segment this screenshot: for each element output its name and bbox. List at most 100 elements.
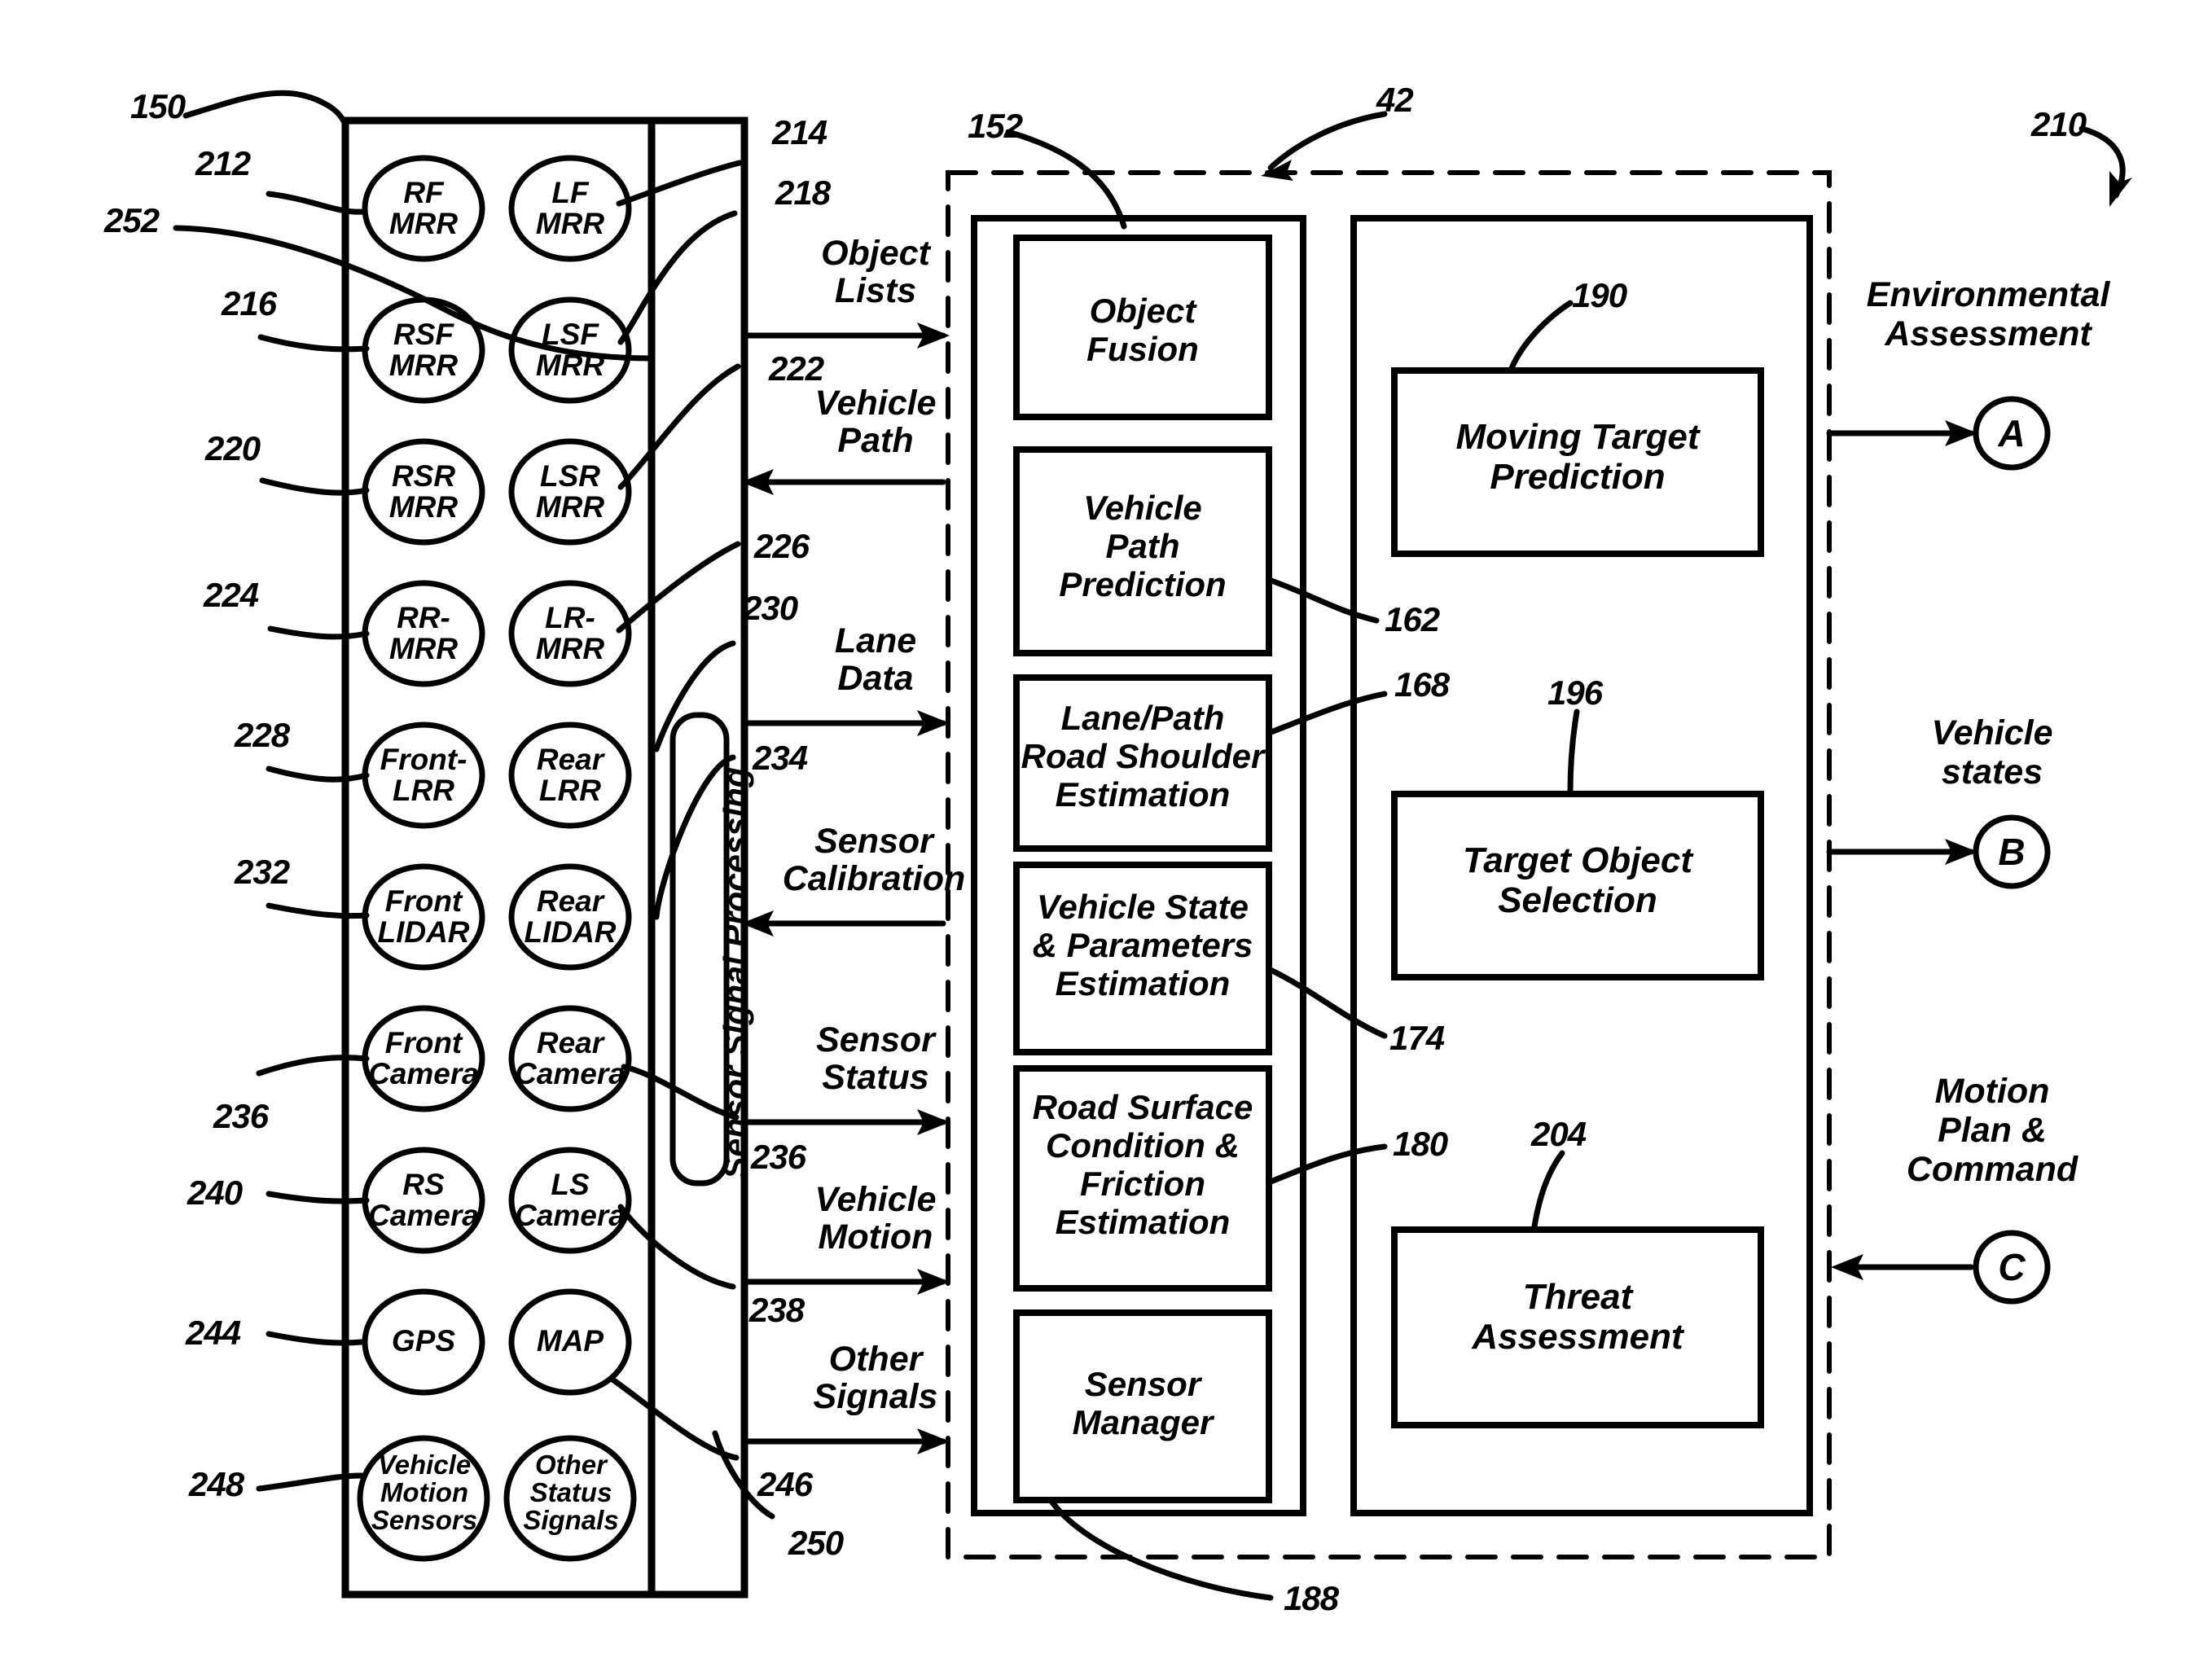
ref-234: 234 [753, 739, 808, 777]
leader-228 [266, 765, 370, 783]
ref-150: 150 [130, 87, 186, 125]
leader-214 [616, 160, 743, 207]
ref-210: 210 [2031, 105, 2087, 143]
sensor-label-lf-mrr[interactable]: LF MRR [505, 177, 635, 239]
ref-230: 230 [743, 589, 798, 627]
ref-226: 226 [754, 527, 810, 565]
sensor-label-front-lidar[interactable]: Front LIDAR [358, 885, 489, 948]
sensor-label-rf-mrr[interactable]: RF MRR [358, 177, 489, 239]
ref-42: 42 [1376, 81, 1414, 119]
ref-190: 190 [1572, 276, 1627, 314]
leader-212 [266, 191, 368, 215]
sensor-label-rsf-mrr[interactable]: RSF MRR [358, 318, 489, 381]
leader-226 [616, 541, 741, 634]
processing-box-vehicle-path-prediction[interactable]: Vehicle Path Prediction [1016, 489, 1269, 603]
ref-220: 220 [205, 429, 261, 467]
leader-180 [1266, 1143, 1388, 1186]
output-node-b[interactable]: B [1976, 831, 2048, 873]
ref-162: 162 [1385, 600, 1440, 638]
leader-174 [1266, 966, 1388, 1039]
ref-228: 228 [235, 716, 290, 754]
leader-152 [1005, 129, 1127, 230]
leader-216 [257, 334, 370, 353]
output-label-vehicle-states: Vehicle states [1931, 713, 2053, 792]
ref-252: 252 [104, 201, 160, 239]
ref-238: 238 [749, 1291, 805, 1329]
ref-218: 218 [775, 173, 831, 212]
output-label-motion-plan-command: Motion Plan & Command [1906, 1072, 2078, 1190]
patent-figure: 150 212 252 216 220 224 228 232 236 240 … [0, 0, 2186, 1680]
ref-188: 188 [1284, 1579, 1339, 1617]
sensor-label-gps[interactable]: GPS [358, 1325, 489, 1357]
processing-box-road-surface-condition-friction-estimation[interactable]: Road Surface Condition & Friction Estima… [1010, 1088, 1275, 1241]
leader-232 [266, 902, 370, 919]
output-node-a[interactable]: A [1976, 413, 2048, 454]
sensor-label-rear-lrr[interactable]: Rear LRR [505, 743, 635, 806]
sensor-label-front-camera[interactable]: Front Camera [358, 1027, 489, 1090]
sensor-label-rs-camera[interactable]: RS Camera [358, 1169, 489, 1231]
ref-232: 232 [235, 853, 290, 891]
sensor-label-vehicle-motion-sensors[interactable]: Vehicle Motion Sensors [357, 1451, 492, 1534]
output-node-c[interactable]: C [1976, 1247, 2048, 1288]
leader-230 [653, 640, 736, 752]
leader-240 [266, 1191, 370, 1204]
processing-box-sensor-manager[interactable]: Sensor Manager [1016, 1365, 1269, 1441]
assessment-box-threat-assessment[interactable]: Threat Assessment [1394, 1277, 1761, 1358]
sensor-label-map[interactable]: MAP [505, 1325, 635, 1357]
ref-168: 168 [1394, 665, 1450, 704]
ref-250: 250 [788, 1524, 844, 1562]
signal-label-other-signals: Other Signals [813, 1340, 938, 1417]
signal-label-object-lists: Object Lists [821, 234, 930, 311]
leader-190 [1508, 300, 1574, 371]
ref-236-left: 236 [213, 1097, 269, 1135]
ref-248: 248 [189, 1465, 244, 1503]
sensor-label-front-lrr[interactable]: Front- LRR [358, 743, 489, 806]
ref-214: 214 [772, 113, 827, 151]
sensor-label-other-status-signals[interactable]: Other Status Signals [503, 1451, 639, 1534]
sensor-label-lr-mrr[interactable]: LR- MRR [505, 602, 635, 665]
ref-244: 244 [186, 1314, 241, 1352]
signal-label-vehicle-motion: Vehicle Motion [814, 1180, 937, 1257]
ref-152: 152 [968, 107, 1023, 145]
ref-174: 174 [1389, 1019, 1445, 1057]
signal-label-sensor-calibration: Sensor Calibration [782, 822, 966, 899]
ref-222: 222 [769, 349, 824, 388]
leader-42 [1267, 111, 1388, 171]
output-label-environmental-assessment: Environmental Assessment [1866, 275, 2110, 354]
assessment-box-moving-target-prediction[interactable]: Moving Target Prediction [1394, 417, 1761, 498]
leader-218 [617, 210, 738, 345]
ref-196: 196 [1547, 673, 1603, 712]
leader-238 [617, 1204, 736, 1290]
ref-216: 216 [222, 284, 277, 322]
leader-224 [267, 625, 370, 640]
signal-label-lane-data: Lane Data [834, 621, 917, 699]
processing-box-lane-path-road-shoulder-estimation[interactable]: Lane/Path Road Shoulder Estimation [1010, 699, 1275, 814]
processing-box-object-fusion[interactable]: Object Fusion [1016, 292, 1269, 368]
leader-150 [182, 90, 349, 127]
sensor-label-ls-camera[interactable]: LS Camera [505, 1169, 635, 1231]
ref-212: 212 [195, 144, 251, 182]
processing-box-vehicle-state-parameters-estimation[interactable]: Vehicle State & Parameters Estimation [1010, 888, 1275, 1002]
sensor-label-rr-mrr[interactable]: RR- MRR [358, 602, 489, 665]
sensor-label-lsr-mrr[interactable]: LSR MRR [505, 460, 635, 523]
signal-label-vehicle-path: Vehicle Path [814, 384, 937, 461]
ref-240: 240 [187, 1173, 243, 1212]
leader-196 [1567, 708, 1580, 795]
leader-204 [1531, 1150, 1565, 1230]
ref-180: 180 [1393, 1125, 1448, 1163]
ref-246: 246 [757, 1465, 813, 1503]
leader-220 [259, 477, 370, 496]
sensor-label-rear-lidar[interactable]: Rear LIDAR [505, 885, 635, 948]
leader-236-left [256, 1055, 370, 1077]
assessment-box-target-object-selection[interactable]: Target Object Selection [1394, 840, 1761, 921]
leader-222 [617, 363, 741, 490]
sensor-label-rsr-mrr[interactable]: RSR MRR [358, 460, 489, 523]
sensor-signal-processing-label: Sensor Signal Processing [717, 767, 754, 1179]
leader-162 [1266, 577, 1380, 624]
sensor-label-rear-camera[interactable]: Rear Camera [505, 1027, 635, 1090]
ref-204: 204 [1531, 1115, 1587, 1153]
sensor-label-lsf-mrr[interactable]: LSF MRR [505, 318, 635, 381]
ref-236-right: 236 [751, 1138, 806, 1176]
ref-224: 224 [204, 576, 259, 614]
signal-label-sensor-status: Sensor Status [816, 1020, 935, 1098]
